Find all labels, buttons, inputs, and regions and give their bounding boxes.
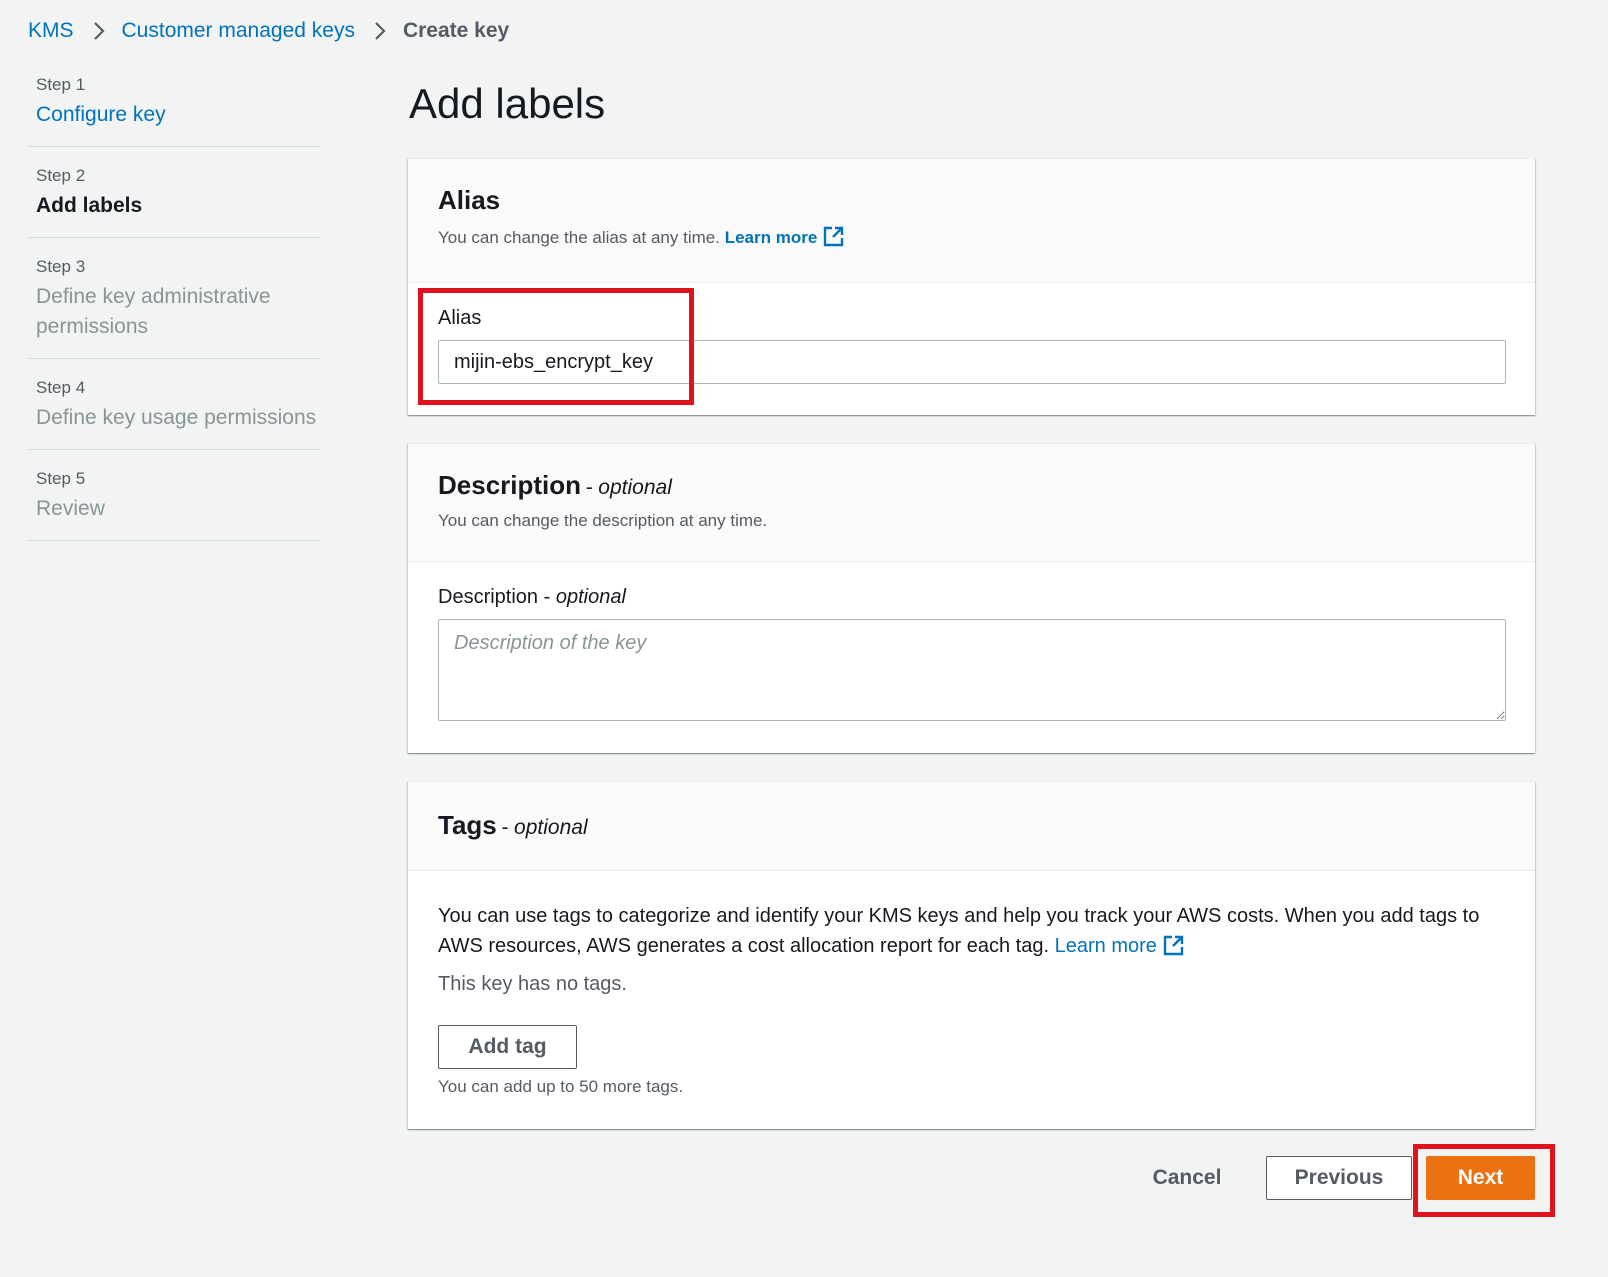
description-field-label-text: Description [438, 586, 539, 608]
previous-button[interactable]: Previous [1266, 1156, 1412, 1200]
alias-description-text: You can change the alias at any time. [438, 228, 720, 247]
description-heading-row: Description - optional [438, 470, 1505, 501]
alias-header: Alias You can change the alias at any ti… [408, 159, 1535, 283]
tags-limit-note: You can add up to 50 more tags. [438, 1077, 684, 1096]
description-help: You can change the description at any ti… [438, 511, 768, 530]
alias-container: Alias You can change the alias at any ti… [408, 158, 1535, 415]
step-number: Step 4 [36, 378, 86, 397]
next-button[interactable]: Next [1426, 1156, 1535, 1200]
step-current-add-labels: Add labels [36, 194, 143, 217]
learn-more-text: Learn more [724, 228, 818, 247]
cancel-button[interactable]: Cancel [1140, 1156, 1234, 1200]
tags-info-text: You can use tags to categorize and ident… [438, 905, 1480, 957]
alias-heading: Alias [438, 185, 501, 215]
add-tag-button[interactable]: Add tag [438, 1025, 577, 1069]
breadcrumb-create-key: Create key [402, 19, 510, 42]
tags-info: You can use tags to categorize and ident… [438, 901, 1506, 965]
step-2: Step 2 Add labels [28, 147, 321, 238]
alias-learn-more-link[interactable]: Learn more [724, 226, 845, 247]
step-number: Step 3 [36, 257, 86, 276]
external-link-icon [1163, 935, 1184, 965]
step-4: Step 4 Define key usage permissions [28, 359, 321, 450]
step-title-review: Review [36, 497, 105, 520]
tags-learn-more-link[interactable]: Learn more [1055, 935, 1184, 957]
step-title-admin-permissions: Define key administrative permissions [36, 285, 271, 338]
step-number: Step 2 [36, 166, 86, 185]
step-link-configure-key[interactable]: Configure key [36, 100, 321, 130]
description-textarea[interactable] [438, 619, 1506, 721]
breadcrumb: KMS Customer managed keys Create key [28, 16, 509, 46]
learn-more-text: Learn more [1054, 935, 1157, 957]
no-tags-text: This key has no tags. [438, 973, 627, 995]
description-field-optional: optional [555, 586, 626, 608]
description-header: Description - optional You can change th… [408, 444, 1535, 562]
description-optional: - optional [585, 476, 672, 499]
description-body: Description - optional [408, 562, 1535, 721]
description-heading: Description [438, 470, 582, 500]
tags-container: Tags - optional You can use tags to cate… [408, 781, 1535, 1129]
alias-body: Alias [408, 283, 1535, 384]
tags-body: You can use tags to categorize and ident… [408, 871, 1535, 996]
page-title: Add labels [409, 80, 606, 127]
alias-description: You can change the alias at any time. Le… [438, 226, 1505, 252]
alias-field-label: Alias [438, 307, 482, 329]
external-link-icon [823, 226, 844, 252]
breadcrumb-customer-managed-keys[interactable]: Customer managed keys [122, 19, 355, 43]
chevron-right-icon [373, 20, 387, 42]
step-number: Step 5 [36, 469, 86, 488]
alias-input[interactable] [438, 340, 1506, 384]
chevron-right-icon [92, 20, 106, 42]
step-5: Step 5 Review [28, 450, 321, 541]
tags-optional: - optional [501, 816, 588, 839]
tags-heading: Tags [438, 810, 497, 840]
step-3: Step 3 Define key administrative permiss… [28, 238, 321, 359]
step-1: Step 1 Configure key [28, 68, 321, 147]
description-field-label: Description - optional [438, 586, 626, 608]
breadcrumb-kms[interactable]: KMS [28, 19, 74, 43]
description-container: Description - optional You can change th… [408, 443, 1535, 753]
tags-header: Tags - optional [408, 782, 1535, 871]
step-title-usage-permissions: Define key usage permissions [36, 406, 317, 429]
wizard-steps: Step 1 Configure key Step 2 Add labels S… [28, 68, 321, 541]
step-number: Step 1 [36, 75, 86, 94]
